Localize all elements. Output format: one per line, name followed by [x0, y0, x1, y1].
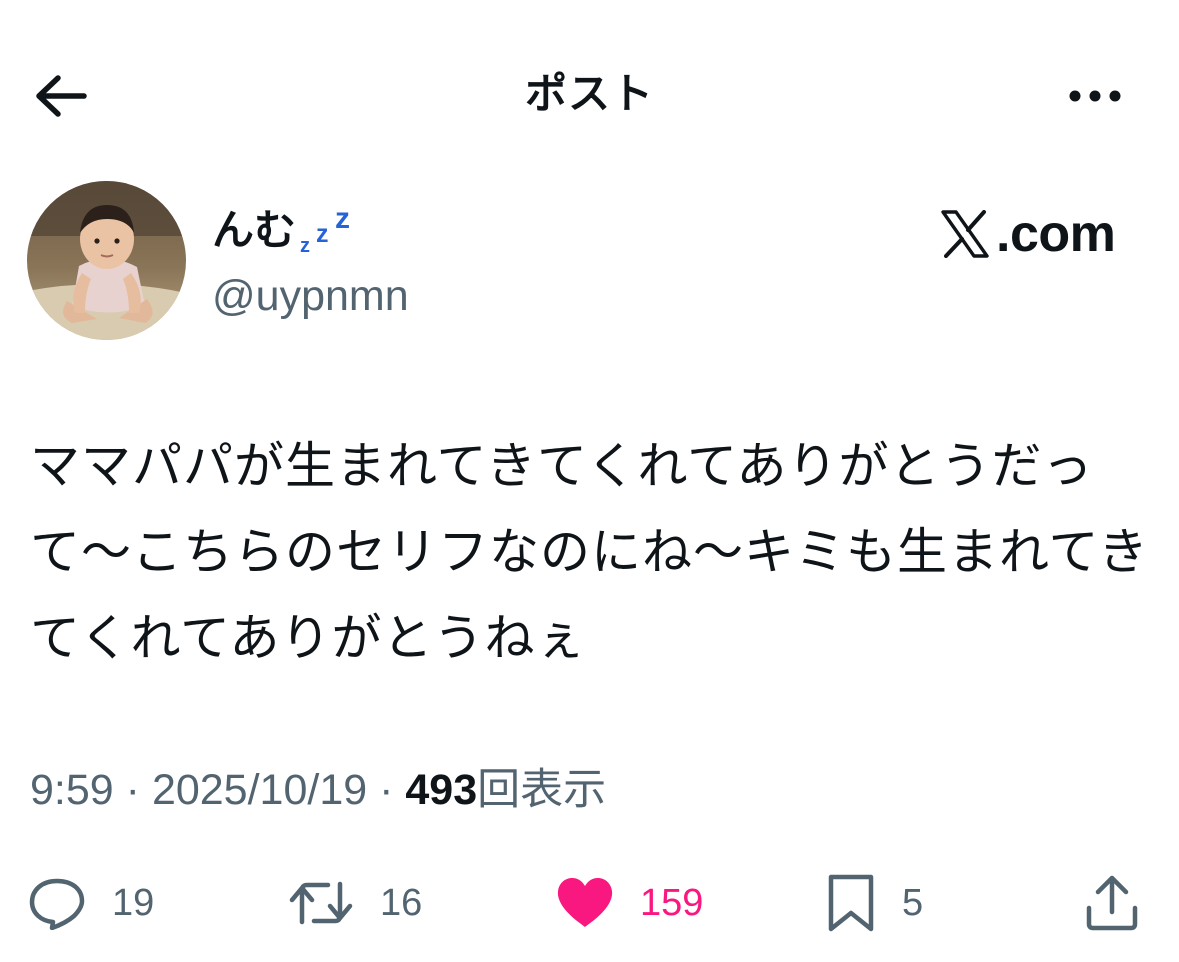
like-button[interactable]: 159	[556, 868, 703, 938]
svg-text:z: z	[300, 235, 310, 254]
svg-text:z: z	[335, 202, 350, 235]
reply-icon	[29, 878, 85, 930]
share-button[interactable]	[1084, 868, 1140, 938]
views-count[interactable]: 493	[405, 766, 477, 814]
more-options-button[interactable]	[1058, 74, 1132, 118]
views-label: 回表示	[477, 766, 607, 814]
meta-separator: ·	[379, 766, 394, 814]
more-horizontal-icon	[1069, 90, 1121, 102]
heart-icon	[557, 878, 613, 927]
display-name[interactable]: んむ z z z	[212, 196, 362, 271]
baby-photo-avatar	[27, 181, 186, 340]
meta-separator: ·	[125, 766, 140, 814]
author-handle[interactable]: @uypnmn	[212, 268, 409, 324]
bookmark-icon	[828, 874, 874, 932]
post-meta: 9:59 · 2025/10/19 · 493回表示	[30, 762, 606, 818]
page-title: ポスト	[524, 70, 654, 117]
display-name-text: んむ	[212, 206, 297, 254]
x-logo-icon	[941, 210, 989, 258]
bookmark-count: 5	[902, 882, 924, 924]
share-icon	[1086, 875, 1138, 931]
zzz-sleeping-icon: z z z	[300, 196, 362, 271]
x-com-brand: .com	[940, 202, 1116, 266]
repost-icon	[289, 881, 353, 925]
post-time: 9:59	[30, 766, 114, 814]
repost-button[interactable]: 16	[288, 868, 422, 938]
bookmark-button[interactable]: 5	[826, 868, 923, 938]
post-date: 2025/10/19	[151, 766, 368, 814]
like-count: 159	[640, 882, 704, 924]
action-bar: 19 16 159 5	[0, 868, 1179, 938]
repost-count: 16	[380, 882, 423, 924]
svg-text:z: z	[316, 220, 329, 248]
reply-button[interactable]: 19	[28, 868, 154, 938]
avatar[interactable]	[27, 181, 186, 340]
post-text: ママパパが生まれてきてくれてありがとうだって〜こちらのセリフなのにね〜キミも生ま…	[30, 438, 1149, 666]
reply-count: 19	[112, 882, 155, 924]
brand-text: .com	[996, 205, 1116, 263]
